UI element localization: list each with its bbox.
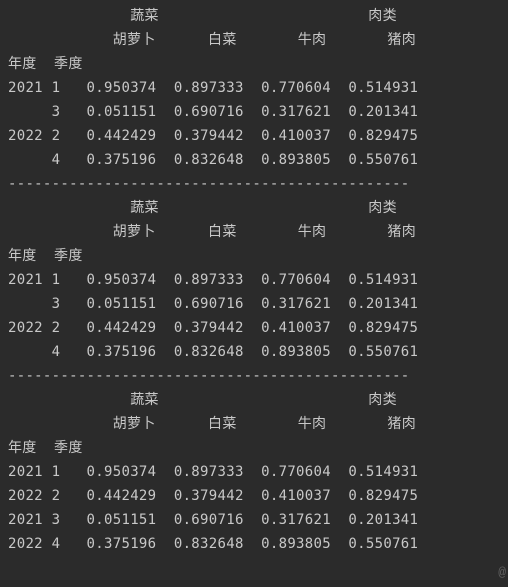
watermark: @ — [498, 561, 506, 585]
terminal-output: 蔬菜 肉类 胡萝卜 白菜 牛肉 猪肉 年度 季度 2021 1 0.950374… — [0, 0, 508, 560]
